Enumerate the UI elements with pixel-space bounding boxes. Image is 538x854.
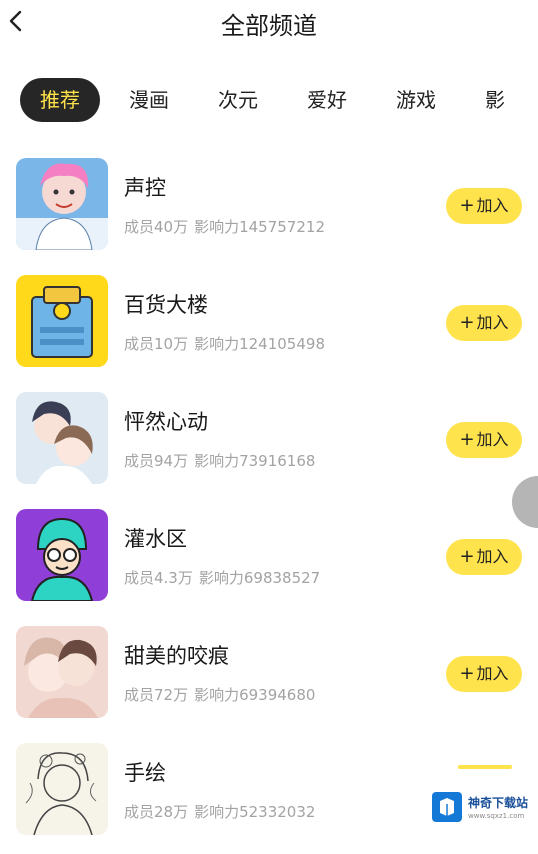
tab-film[interactable]: 影 [485,78,505,122]
plus-icon: + [459,312,475,333]
member-count: 成员28万 [124,803,189,821]
channel-avatar [16,626,108,718]
join-button[interactable] [458,765,512,769]
member-count: 成员72万 [124,686,189,704]
tab-comics[interactable]: 漫画 [129,78,169,122]
influence-count: 影响力69838527 [198,569,321,587]
watermark: 神奇下载站 www.sqxz1.com [432,790,536,830]
channel-stats: 成员28万 影响力52332032 [124,801,315,822]
watermark-text: 神奇下载站 [468,796,529,810]
tab-hobby[interactable]: 爱好 [307,78,347,122]
tab-acg[interactable]: 次元 [218,78,258,122]
channel-avatar [16,392,108,484]
member-count: 成员40万 [124,218,189,236]
influence-count: 影响力124105498 [194,335,325,353]
channel-row[interactable]: 怦然心动 成员94万 影响力73916168 + 加入 [0,386,538,503]
channel-row[interactable]: 声控 成员40万 影响力145757212 + 加入 [0,152,538,269]
channel-avatar [16,158,108,250]
join-button[interactable]: + 加入 [446,188,522,224]
plus-icon: + [459,195,475,216]
channel-stats: 成员40万 影响力145757212 [124,216,325,237]
join-button[interactable]: + 加入 [446,539,522,575]
channel-name: 声控 [124,176,166,200]
channel-name: 灌水区 [124,527,187,551]
join-button[interactable]: + 加入 [446,656,522,692]
page-title: 全部频道 [221,12,317,40]
plus-icon: + [459,663,475,684]
plus-icon: + [459,429,475,450]
tab-recommend[interactable]: 推荐 [20,78,100,122]
channel-stats: 成员72万 影响力69394680 [124,684,315,705]
channel-avatar [16,743,108,835]
app-header: 全部频道 [0,0,538,50]
channel-row[interactable]: 百货大楼 成员10万 影响力124105498 + 加入 [0,269,538,386]
member-count: 成员94万 [124,452,189,470]
channel-avatar [16,509,108,601]
channel-name: 百货大楼 [124,293,208,317]
channel-tabs: 推荐 漫画 次元 爱好 游戏 影 [0,76,538,126]
download-site-logo-icon [432,792,462,822]
channel-name: 怦然心动 [124,410,208,434]
channel-name: 手绘 [124,761,166,785]
influence-count: 影响力145757212 [194,218,325,236]
join-button[interactable]: + 加入 [446,305,522,341]
influence-count: 影响力73916168 [194,452,316,470]
watermark-url: www.sqxz1.com [468,812,525,820]
channel-stats: 成员94万 影响力73916168 [124,450,315,471]
influence-count: 影响力52332032 [194,803,316,821]
channel-row[interactable]: 甜美的咬痕 成员72万 影响力69394680 + 加入 [0,620,538,737]
member-count: 成员4.3万 [124,569,193,587]
plus-icon: + [459,546,475,567]
member-count: 成员10万 [124,335,189,353]
channel-name: 甜美的咬痕 [124,644,229,668]
channel-stats: 成员4.3万 影响力69838527 [124,567,320,588]
channel-row[interactable]: 灌水区 成员4.3万 影响力69838527 + 加入 [0,503,538,620]
channel-stats: 成员10万 影响力124105498 [124,333,325,354]
join-button[interactable]: + 加入 [446,422,522,458]
tab-games[interactable]: 游戏 [396,78,436,122]
influence-count: 影响力69394680 [194,686,316,704]
channel-avatar [16,275,108,367]
